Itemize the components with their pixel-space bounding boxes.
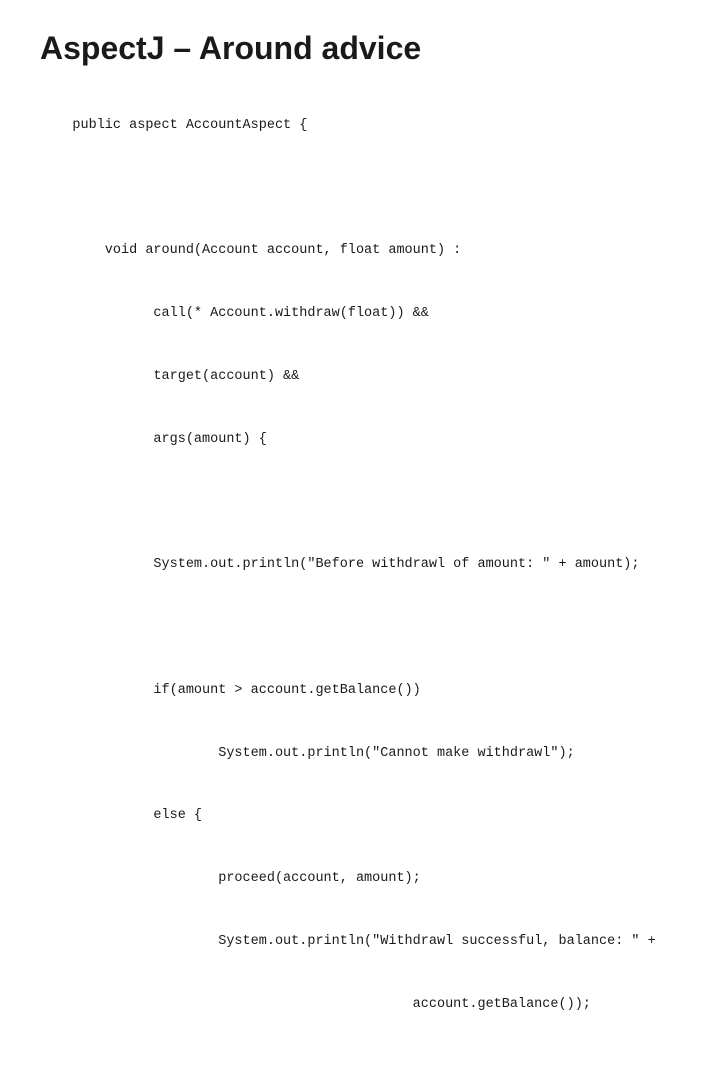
code-line-16 <box>72 1059 80 1074</box>
code-line-5: target(account) && <box>72 369 299 384</box>
code-line-12: else { <box>72 808 202 823</box>
slide-title: AspectJ – Around advice <box>40 30 680 67</box>
slide-container: AspectJ – Around advice public aspect Ac… <box>0 0 720 540</box>
code-line-11: System.out.println("Cannot make withdraw… <box>72 746 574 761</box>
code-line-15: account.getBalance()); <box>72 997 590 1012</box>
code-line-2 <box>72 181 80 196</box>
code-line-13: proceed(account, amount); <box>72 871 420 886</box>
code-line-14: System.out.println("Withdrawl successful… <box>72 934 655 949</box>
code-line-6: args(amount) { <box>72 432 266 447</box>
code-line-8: System.out.println("Before withdrawl of … <box>72 557 639 572</box>
code-line-10: if(amount > account.getBalance()) <box>72 683 420 698</box>
code-line-3: void around(Account account, float amoun… <box>72 243 461 258</box>
code-line-4: call(* Account.withdraw(float)) && <box>72 306 428 321</box>
code-line-9 <box>72 620 80 635</box>
code-line-7 <box>72 495 80 510</box>
code-line-1: public aspect AccountAspect { <box>72 118 307 133</box>
code-block: public aspect AccountAspect { void aroun… <box>40 95 680 1080</box>
